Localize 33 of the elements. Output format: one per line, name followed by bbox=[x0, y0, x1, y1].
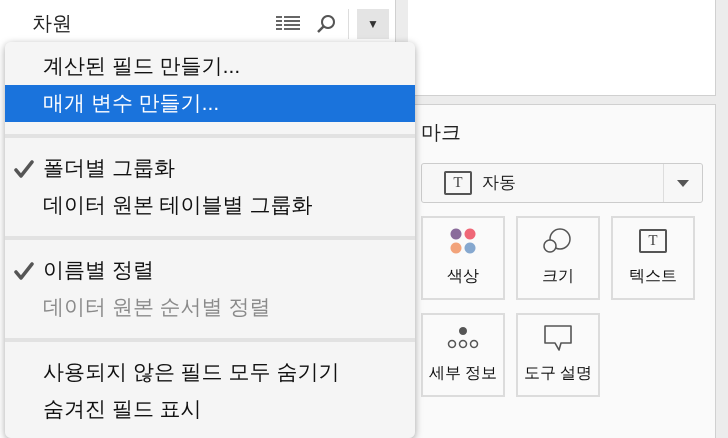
mark-card[interactable]: T 텍스트 bbox=[611, 216, 695, 300]
mark-card[interactable]: 색상 bbox=[421, 216, 505, 300]
card-label: 세부 정보 bbox=[428, 364, 498, 384]
panel-title: 차원 bbox=[32, 12, 72, 37]
checkmark-icon bbox=[14, 160, 34, 178]
mark-type-label: 자동 bbox=[482, 172, 516, 194]
panel-title: 마크 bbox=[421, 121, 462, 146]
mark-card[interactable]: 도구 설명 bbox=[516, 313, 600, 397]
menu-item[interactable]: 숨겨진 필드 표시 bbox=[5, 391, 415, 428]
card-label: 도구 설명 bbox=[524, 364, 592, 384]
menu-item[interactable]: 계산된 필드 만들기... bbox=[5, 48, 415, 85]
dots-icon bbox=[447, 326, 479, 350]
mark-card[interactable]: 세부 정보 bbox=[421, 313, 505, 397]
menu-item[interactable]: 사용되지 않은 필드 모두 숨기기 bbox=[5, 354, 415, 391]
menu-item[interactable]: 매개 변수 만들기... bbox=[5, 85, 415, 122]
speech-bubble-icon bbox=[543, 324, 573, 352]
circles-icon bbox=[543, 228, 573, 254]
menu-item[interactable]: 폴더별 그룹화 bbox=[5, 150, 415, 187]
caret-icon bbox=[677, 180, 689, 186]
card-label: 크기 bbox=[542, 267, 574, 287]
card-label: 색상 bbox=[447, 267, 479, 287]
card-label: 텍스트 bbox=[629, 267, 677, 287]
text-icon: T bbox=[639, 229, 667, 253]
colored-dots-icon bbox=[450, 228, 476, 254]
mark-type-dropdown[interactable]: T 자동 bbox=[421, 163, 703, 203]
mark-card[interactable]: 크기 bbox=[516, 216, 600, 300]
search-icon[interactable] bbox=[316, 14, 336, 34]
menu-item[interactable]: 이름별 정렬 bbox=[5, 252, 415, 289]
checkmark-icon bbox=[14, 262, 34, 280]
dropdown-button[interactable]: ▼ bbox=[357, 9, 389, 39]
list-view-icon[interactable] bbox=[276, 16, 300, 32]
text-icon: T bbox=[444, 171, 472, 195]
menu-item[interactable]: 데이터 원본 테이블별 그룹화 bbox=[5, 187, 415, 224]
